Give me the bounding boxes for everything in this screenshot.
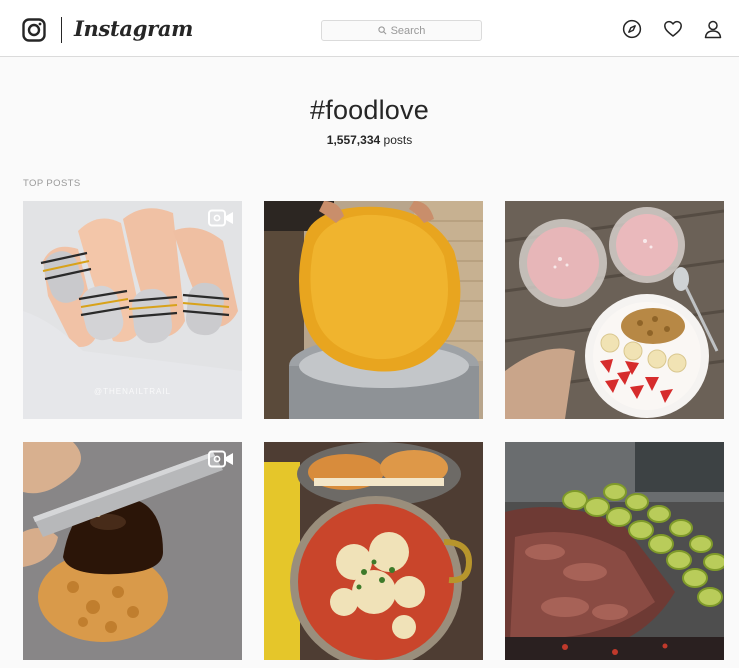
person-icon[interactable] (703, 19, 723, 39)
post-image (505, 201, 724, 419)
video-camera-icon (208, 450, 233, 468)
post-image (505, 442, 724, 660)
top-navigation-bar: Instagram Search (0, 0, 739, 57)
post-count-number: 1,557,334 (326, 133, 381, 147)
page: Instagram Search #foodlove 1,557,334 pos… (0, 0, 739, 668)
post-thumbnail[interactable] (505, 201, 724, 419)
post-count-suffix: posts (383, 133, 413, 147)
post-count: 1,557,334 posts (0, 132, 739, 148)
post-image (264, 201, 483, 419)
search-placeholder: Search (390, 24, 426, 37)
top-posts-label: TOP POSTS (23, 178, 81, 189)
post-thumbnail[interactable] (264, 201, 483, 419)
post-thumbnail[interactable]: @THENAILTRAIL (23, 201, 242, 419)
logo-divider (61, 17, 62, 43)
post-watermark: @THENAILTRAIL (94, 387, 171, 396)
post-image (264, 442, 483, 660)
hashtag-title: #foodlove (310, 95, 429, 125)
instagram-wordmark[interactable]: Instagram (74, 14, 193, 44)
post-thumbnail[interactable] (264, 442, 483, 660)
heart-icon[interactable] (663, 19, 683, 39)
post-thumbnail[interactable] (23, 442, 242, 660)
search-input[interactable]: Search (321, 20, 482, 41)
search-icon (377, 26, 387, 35)
video-camera-icon (208, 209, 233, 227)
compass-icon[interactable] (622, 19, 642, 39)
post-thumbnail[interactable] (505, 442, 724, 660)
post-image (23, 442, 242, 660)
instagram-camera-icon[interactable] (22, 18, 46, 42)
